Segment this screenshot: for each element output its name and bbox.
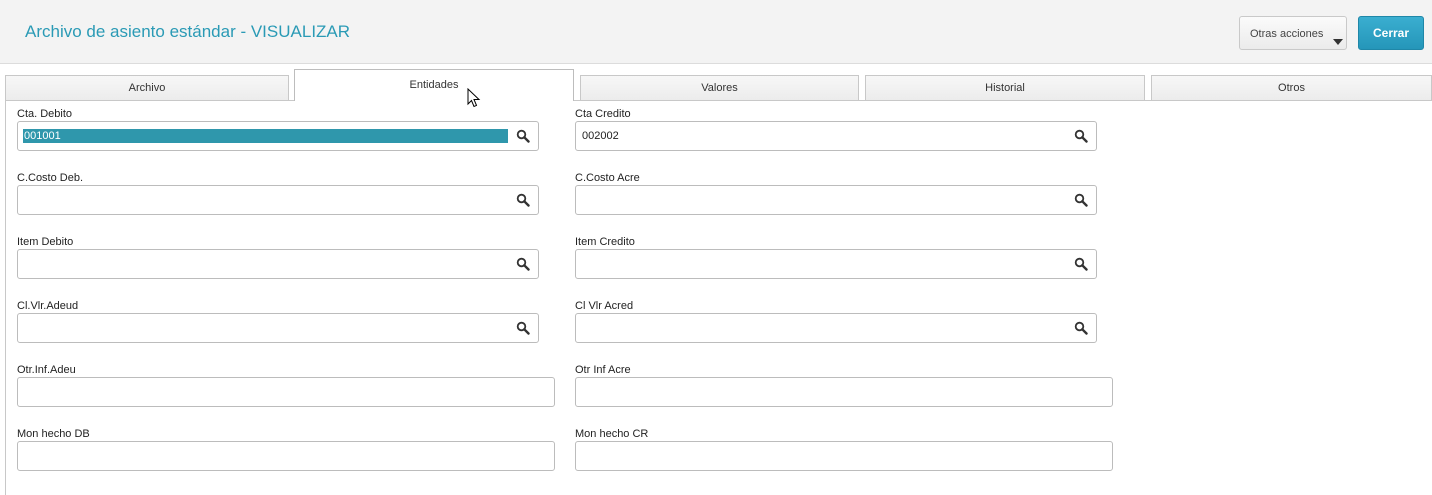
- other-actions-label: Otras acciones: [1250, 28, 1324, 40]
- tab-valores[interactable]: Valores: [580, 75, 859, 100]
- cta-debito-field[interactable]: 001001: [17, 121, 539, 151]
- cta-debito-value: 001001: [23, 129, 508, 143]
- ccosto-acre-field[interactable]: [575, 185, 1097, 215]
- cta-debito-label: Cta. Debito: [17, 108, 73, 120]
- cl-vlr-adeud-field[interactable]: [17, 313, 539, 343]
- ccosto-deb-label: C.Costo Deb.: [17, 172, 84, 184]
- search-icon[interactable]: [1074, 257, 1088, 271]
- caret-down-icon: [1333, 39, 1343, 45]
- search-icon[interactable]: [1074, 129, 1088, 143]
- ccosto-deb-field[interactable]: [17, 185, 539, 215]
- otr-inf-adeu-field[interactable]: [17, 377, 555, 407]
- mouse-cursor-icon: [467, 88, 481, 108]
- otr-inf-adeu-label: Otr.Inf.Adeu: [17, 364, 76, 376]
- tab-entidades[interactable]: Entidades: [294, 69, 574, 101]
- otr-inf-acre-label: Otr Inf Acre: [575, 364, 631, 376]
- cl-vlr-acred-field[interactable]: [575, 313, 1097, 343]
- search-icon[interactable]: [516, 193, 530, 207]
- other-actions-button[interactable]: Otras acciones: [1239, 16, 1347, 50]
- page-title: Archivo de asiento estándar - VISUALIZAR: [25, 22, 351, 41]
- search-icon[interactable]: [516, 129, 530, 143]
- search-icon[interactable]: [1074, 193, 1088, 207]
- mon-hecho-cr-field[interactable]: [575, 441, 1113, 471]
- mon-hecho-db-label: Mon hecho DB: [17, 428, 90, 440]
- tab-historial[interactable]: Historial: [865, 75, 1145, 100]
- tab-archivo[interactable]: Archivo: [5, 75, 289, 100]
- mon-hecho-db-field[interactable]: [17, 441, 555, 471]
- cta-credito-field[interactable]: 002002: [575, 121, 1097, 151]
- search-icon[interactable]: [516, 321, 530, 335]
- close-button[interactable]: Cerrar: [1358, 16, 1424, 50]
- cta-credito-value: 002002: [582, 130, 619, 142]
- ccosto-acre-label: C.Costo Acre: [575, 172, 640, 184]
- item-debito-label: Item Debito: [17, 236, 74, 248]
- page-header: Archivo de asiento estándar - VISUALIZAR…: [0, 0, 1432, 64]
- search-icon[interactable]: [1074, 321, 1088, 335]
- item-credito-label: Item Credito: [575, 236, 635, 248]
- mon-hecho-cr-label: Mon hecho CR: [575, 428, 649, 440]
- tab-otros[interactable]: Otros: [1151, 75, 1432, 100]
- cl-vlr-adeud-label: Cl.Vlr.Adeud: [17, 300, 79, 312]
- entidades-panel: [5, 100, 1432, 495]
- item-debito-field[interactable]: [17, 249, 539, 279]
- item-credito-field[interactable]: [575, 249, 1097, 279]
- search-icon[interactable]: [516, 257, 530, 271]
- otr-inf-acre-field[interactable]: [575, 377, 1113, 407]
- cta-credito-label: Cta Credito: [575, 108, 631, 120]
- cl-vlr-acred-label: Cl Vlr Acred: [575, 300, 634, 312]
